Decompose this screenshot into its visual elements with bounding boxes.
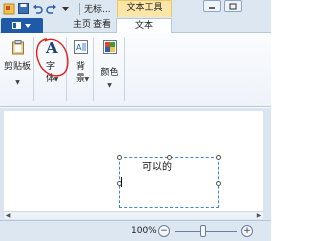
minimize-button[interactable] [203, 0, 221, 12]
text-box-content: 可以的 [142, 162, 172, 173]
paint-app-icon[interactable] [2, 2, 16, 16]
text-cursor [121, 177, 122, 187]
background-button[interactable]: A 背 景 ▼ [68, 37, 94, 101]
red-annotation-circle [35, 38, 69, 77]
clipboard-icon [10, 39, 26, 55]
colors-button[interactable]: 颜色 ▼ [95, 37, 125, 101]
qat-dropdown-icon[interactable] [58, 2, 72, 16]
zoom-level: 100% [131, 226, 157, 236]
tab-view[interactable]: 查看 [84, 18, 120, 33]
text-tools-context-label: 文本工具 [117, 0, 172, 17]
quick-access-toolbar [2, 1, 86, 16]
clipboard-label: 剪贴板 [3, 62, 31, 72]
background-dropdown-icon: ▼ [84, 76, 90, 83]
resize-handle-top-right[interactable] [216, 155, 221, 160]
zoom-out-button[interactable]: − [158, 225, 170, 237]
status-bar: 100% − + [0, 220, 271, 241]
color-palette-icon [102, 39, 118, 55]
ribbon-tab-row: 主页 文本 查看 [0, 17, 271, 34]
background-icon: A [73, 39, 89, 55]
window-controls [203, 0, 245, 12]
application-menu-button[interactable] [1, 18, 43, 33]
tab-text[interactable]: 文本 [116, 18, 172, 34]
zoom-in-button[interactable]: + [241, 225, 253, 237]
zoom-slider-track[interactable] [175, 231, 237, 232]
svg-text:A: A [76, 43, 82, 52]
title-bar: 无标... 文本工具 [0, 0, 271, 17]
resize-handle-right[interactable] [216, 181, 221, 186]
document-title: 无标... [84, 5, 111, 15]
undo-icon[interactable] [30, 2, 44, 16]
scroll-right-icon[interactable]: ▶ [255, 212, 263, 220]
background-label-line1: 背 [75, 62, 85, 72]
horizontal-scrollbar[interactable]: ◀ ▶ [4, 211, 263, 219]
clipboard-button[interactable]: 剪贴板 ▼ [2, 37, 34, 101]
zoom-slider-thumb[interactable] [200, 225, 206, 237]
clipboard-dropdown-icon: ▼ [15, 79, 20, 86]
colors-dropdown-icon: ▼ [107, 82, 112, 89]
save-icon[interactable] [16, 2, 30, 16]
redo-icon[interactable] [44, 2, 58, 16]
maximize-button[interactable] [224, 0, 242, 12]
scroll-left-icon[interactable]: ◀ [4, 212, 12, 220]
colors-label: 颜色 [100, 68, 119, 78]
resize-handle-top-left[interactable] [117, 155, 122, 160]
